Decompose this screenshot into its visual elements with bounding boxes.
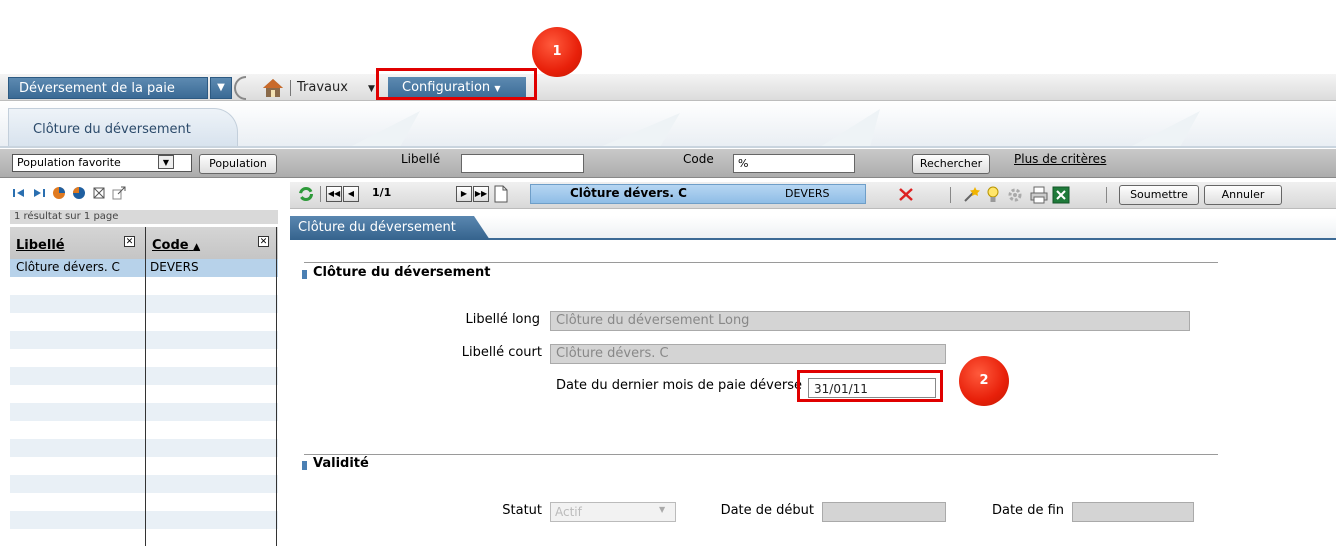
- statut-select[interactable]: Actif: [550, 502, 676, 522]
- fieldset-title-cloture: Clôture du déversement: [313, 265, 491, 280]
- next-icon: ▶: [460, 189, 468, 198]
- libelle-court-field[interactable]: Clôture dévers. C: [550, 344, 946, 364]
- more-criteria-link[interactable]: Plus de critères: [1014, 152, 1106, 166]
- last-record-button[interactable]: ▶▶: [473, 186, 489, 202]
- pie-chart-alt-icon[interactable]: [72, 186, 86, 200]
- lightbulb-icon[interactable]: [986, 186, 1000, 204]
- callout-highlight-2: [797, 370, 943, 402]
- empty-row: [10, 313, 278, 331]
- chevron-down-icon[interactable]: ▼: [158, 155, 174, 169]
- current-record-title: Clôture dévers. C: [570, 186, 687, 200]
- chevron-down-icon: ▼: [217, 82, 225, 93]
- first-icon: ◀◀: [327, 189, 341, 198]
- chevron-down-icon: ▼: [659, 505, 666, 514]
- home-icon[interactable]: [262, 78, 284, 98]
- search-button[interactable]: Rechercher: [912, 154, 990, 174]
- date-debut-label: Date de début: [720, 503, 814, 518]
- callout-highlight-1: [376, 68, 537, 100]
- date-fin-label: Date de fin: [991, 503, 1064, 518]
- code-search-input[interactable]: %: [733, 154, 855, 173]
- list-row[interactable]: Clôture dévers. C DEVERS: [10, 259, 278, 277]
- close-column-icon[interactable]: ✕: [258, 236, 269, 247]
- tab-divider: [0, 146, 1336, 148]
- travaux-menu[interactable]: Travaux: [297, 77, 348, 99]
- previous-record-button[interactable]: ◀: [343, 186, 359, 202]
- empty-row: [10, 493, 278, 511]
- empty-row: [10, 457, 278, 475]
- print-icon[interactable]: [1030, 186, 1048, 204]
- result-count: 1 résultat sur 1 page: [10, 210, 278, 224]
- libelle-court-label: Libellé court: [461, 345, 542, 360]
- tab-cloture-deversement-section[interactable]: Clôture du déversement: [290, 216, 490, 240]
- sort-asc-icon: ▲: [193, 242, 201, 252]
- empty-row: [10, 439, 278, 457]
- new-document-icon[interactable]: [494, 185, 508, 203]
- column-divider: [276, 227, 277, 546]
- date-fin-field[interactable]: [1072, 502, 1194, 522]
- empty-row: [10, 349, 278, 367]
- empty-row: [10, 511, 278, 529]
- cancel-button[interactable]: Annuler: [1204, 185, 1282, 205]
- close-column-icon[interactable]: ✕: [124, 236, 135, 247]
- statut-label: Statut: [502, 503, 542, 518]
- module-dropdown-button[interactable]: ▼: [210, 77, 232, 99]
- empty-row: [10, 295, 278, 313]
- empty-row: [10, 367, 278, 385]
- expand-icon[interactable]: [92, 186, 106, 200]
- list-toolbar: [12, 184, 282, 206]
- export-icon[interactable]: [112, 186, 126, 200]
- column-header-code[interactable]: Code ▲: [152, 238, 200, 253]
- pie-chart-icon[interactable]: [52, 186, 66, 200]
- last-page-icon[interactable]: [32, 186, 46, 200]
- fieldset-line: [304, 454, 1218, 455]
- column-header-code-label: Code: [152, 238, 189, 253]
- toolbar-separator: [1106, 187, 1107, 203]
- libelle-long-label: Libellé long: [465, 312, 540, 327]
- callout-badge-2: 2: [959, 356, 1009, 406]
- excel-export-icon[interactable]: [1052, 186, 1070, 204]
- magic-wand-icon[interactable]: [962, 186, 980, 204]
- tab-cloture-deversement[interactable]: Clôture du déversement: [8, 108, 238, 146]
- settings-icon[interactable]: [1006, 186, 1024, 204]
- result-list: Clôture dévers. C DEVERS: [10, 259, 278, 546]
- first-page-icon[interactable]: [12, 186, 26, 200]
- next-record-button[interactable]: ▶: [456, 186, 472, 202]
- empty-row: [10, 331, 278, 349]
- fieldset-line: [304, 262, 1218, 263]
- toolbar-separator: [950, 187, 951, 203]
- column-header-libelle[interactable]: Libellé: [16, 238, 65, 253]
- row-code: DEVERS: [150, 260, 199, 274]
- row-libelle: Clôture dévers. C: [16, 260, 120, 274]
- empty-row: [10, 529, 278, 547]
- record-pager: 1/1: [372, 186, 392, 199]
- current-record-code: DEVERS: [785, 187, 830, 200]
- toolbar-separator: [320, 186, 321, 202]
- code-label: Code: [683, 152, 714, 166]
- column-divider: [145, 227, 146, 546]
- nav-separator: [290, 80, 291, 96]
- previous-icon: ◀: [347, 189, 355, 198]
- fieldset-marker: [302, 461, 307, 470]
- date-dernier-mois-label: Date du dernier mois de paie déversé: [555, 378, 802, 393]
- libelle-label: Libellé: [401, 152, 441, 166]
- fieldset-title-validite: Validité: [313, 456, 369, 471]
- libelle-long-field[interactable]: Clôture du déversement Long: [550, 311, 1190, 331]
- empty-row: [10, 385, 278, 403]
- last-icon: ▶▶: [474, 189, 488, 198]
- population-button[interactable]: Population: [199, 154, 277, 174]
- refresh-icon[interactable]: [298, 186, 314, 202]
- caret-down-icon: ▼: [368, 84, 375, 94]
- empty-row: [10, 475, 278, 493]
- libelle-search-input[interactable]: [461, 154, 584, 173]
- fieldset-marker: [302, 270, 307, 279]
- date-debut-field[interactable]: [822, 502, 946, 522]
- module-button[interactable]: Déversement de la paie: [8, 77, 208, 99]
- submit-button[interactable]: Soumettre: [1119, 185, 1199, 205]
- empty-row: [10, 403, 278, 421]
- empty-row: [10, 277, 278, 295]
- first-record-button[interactable]: ◀◀: [326, 186, 342, 202]
- empty-row: [10, 421, 278, 439]
- delete-icon[interactable]: [897, 185, 915, 203]
- callout-badge-1: 1: [532, 27, 582, 77]
